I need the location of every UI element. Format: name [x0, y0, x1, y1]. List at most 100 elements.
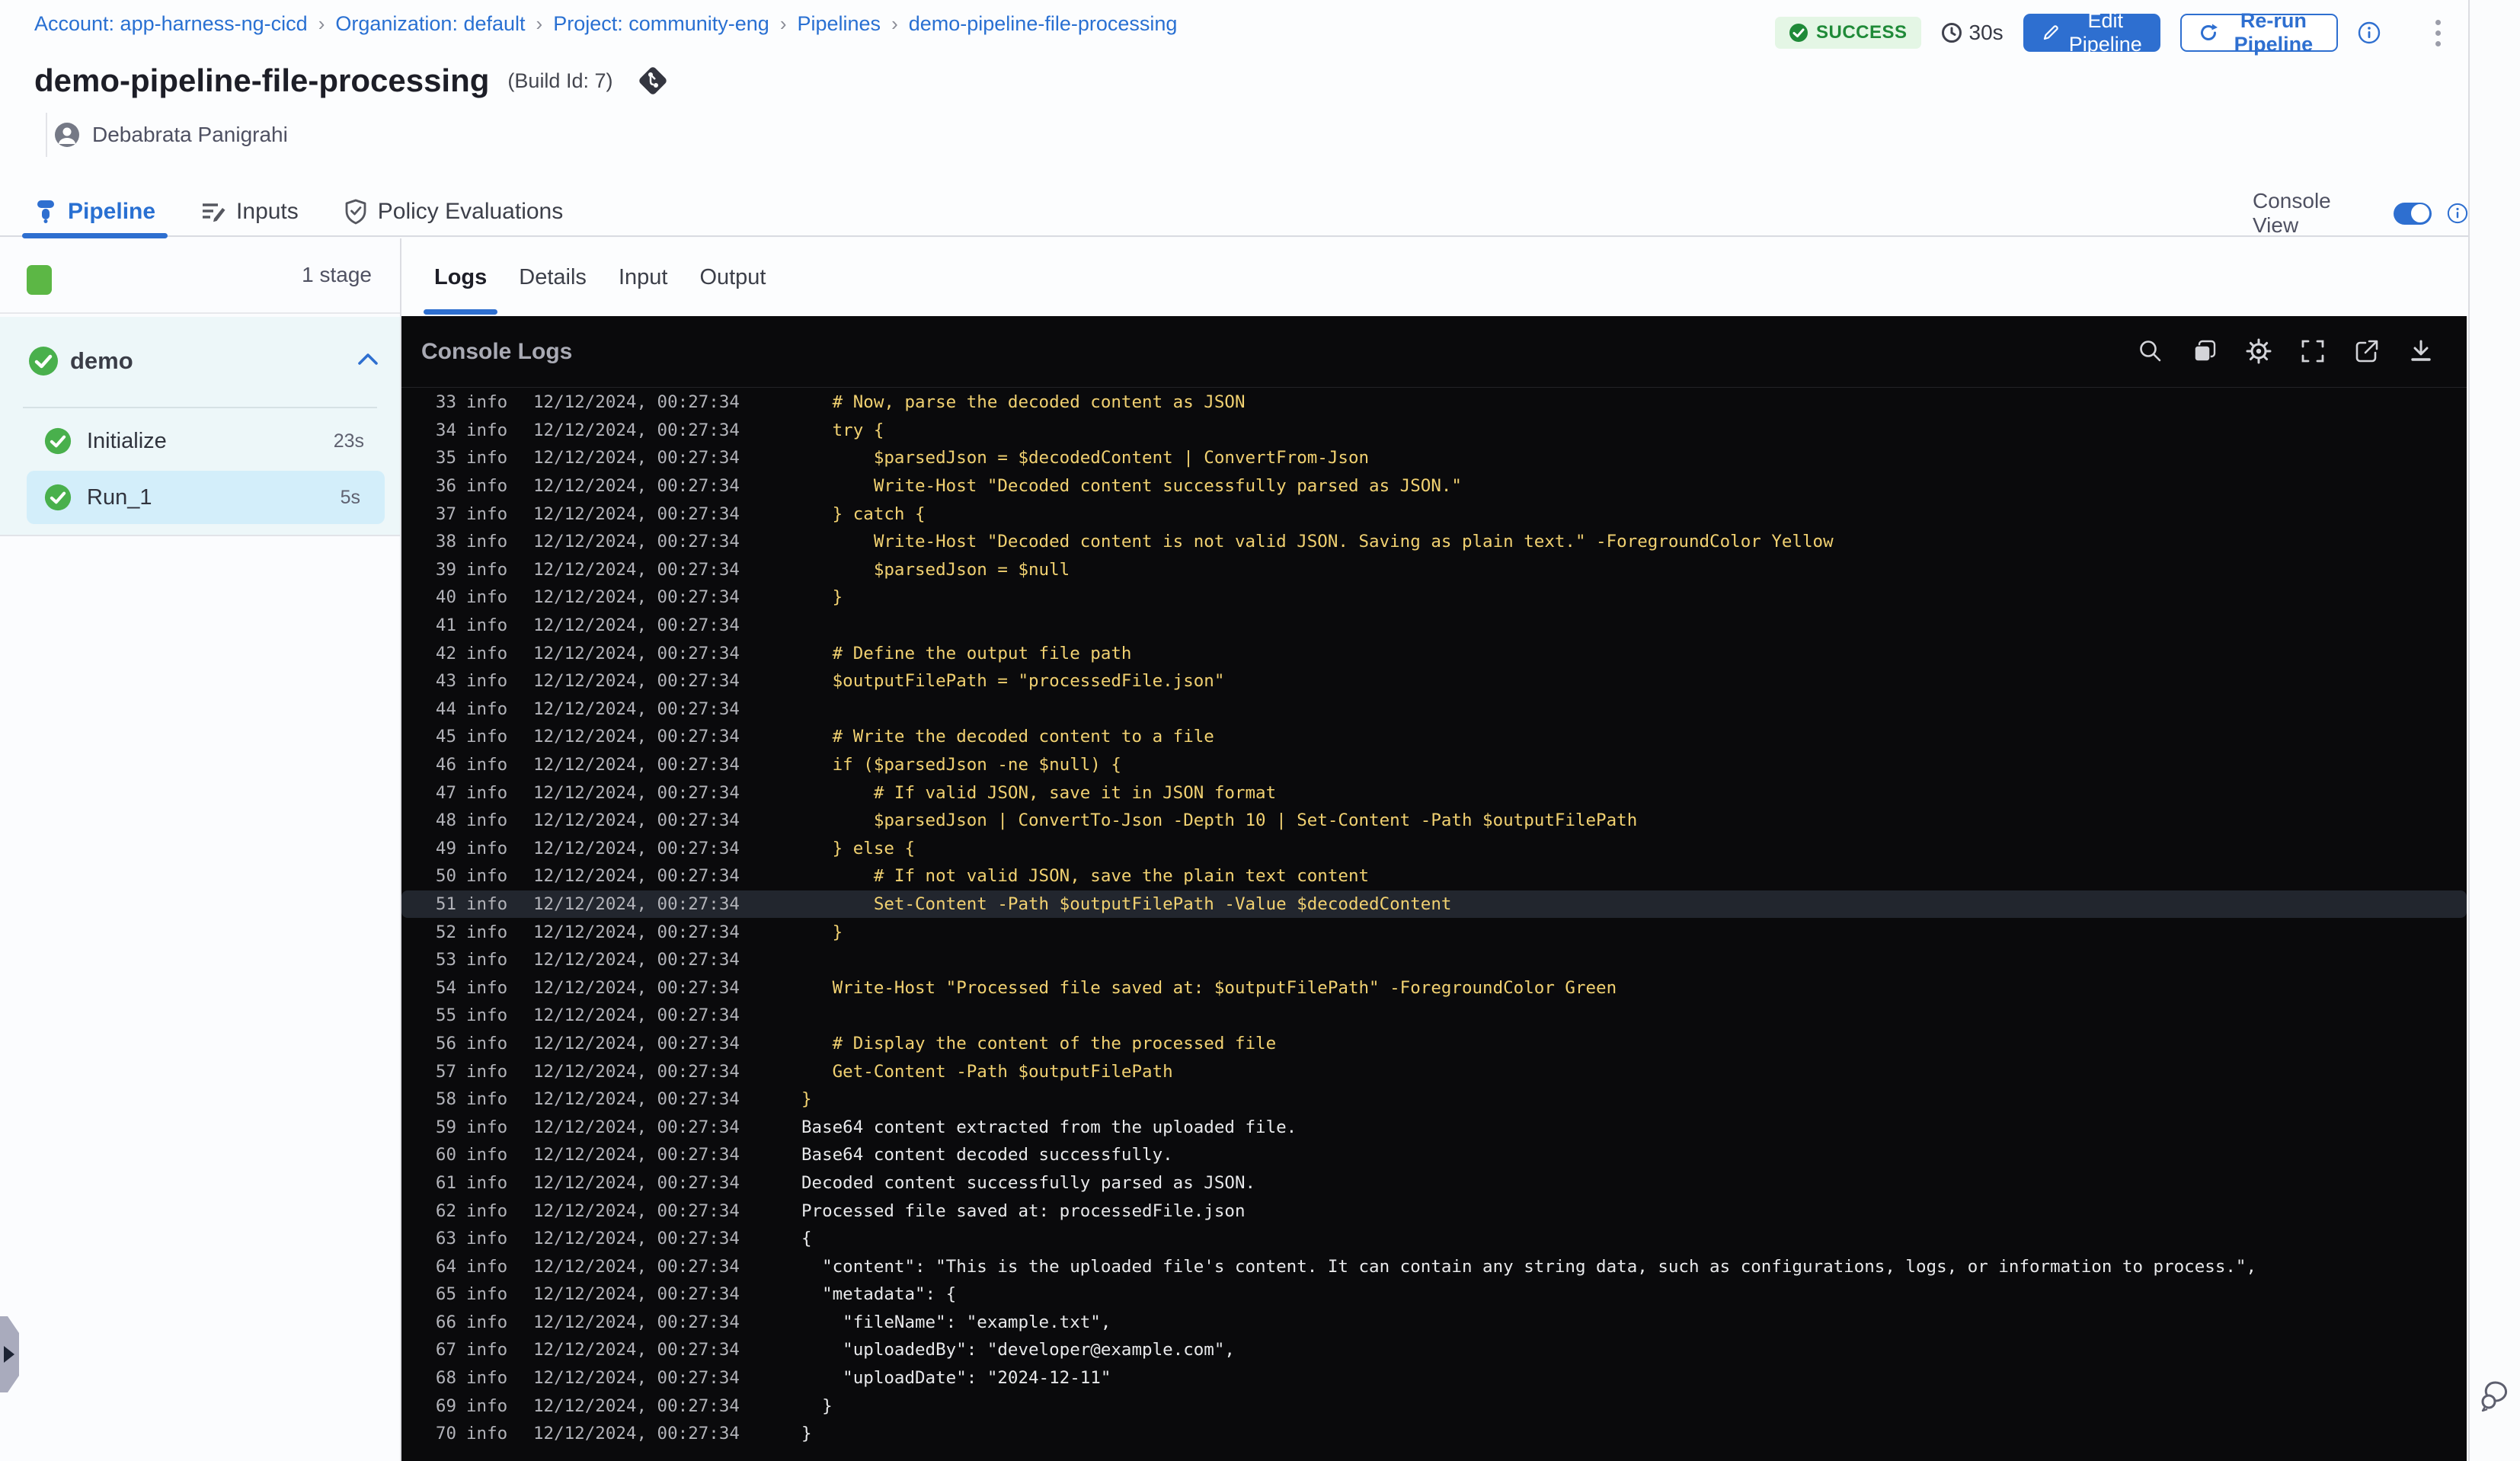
log-row[interactable]: 57 info 12/12/2024, 00:27:34 Get-Content -…	[401, 1057, 2467, 1085]
log-row[interactable]: 63 info 12/12/2024, 00:27:34 {	[401, 1225, 2467, 1253]
log-timestamp: 12/12/2024, 00:27:34	[533, 1033, 740, 1053]
log-row[interactable]: 52 info 12/12/2024, 00:27:34 }	[401, 918, 2467, 946]
log-level: info	[466, 977, 508, 998]
copy-icon[interactable]	[2191, 337, 2218, 365]
expand-nav-handle[interactable]	[0, 1316, 19, 1392]
log-line-number: 64	[435, 1256, 456, 1277]
log-row[interactable]: 68 info 12/12/2024, 00:27:34 "uploadDate":…	[401, 1364, 2467, 1392]
log-row[interactable]: 41 info 12/12/2024, 00:27:34	[401, 612, 2467, 640]
log-row[interactable]: 61 info 12/12/2024, 00:27:34 Decoded conten…	[401, 1169, 2467, 1197]
fullscreen-icon[interactable]	[2299, 337, 2327, 365]
log-row[interactable]: 36 info 12/12/2024, 00:27:34 Write-Host "D…	[401, 472, 2467, 500]
step-row-initialize[interactable]: Initialize 23s	[0, 414, 400, 468]
edit-pipeline-button[interactable]: Edit Pipeline	[2023, 9, 2160, 56]
log-level: info	[466, 922, 508, 942]
log-row[interactable]: 58 info 12/12/2024, 00:27:34}	[401, 1085, 2467, 1114]
log-timestamp: 12/12/2024, 00:27:34	[533, 504, 740, 524]
step-row-run_1[interactable]: Run_1 5s	[27, 471, 385, 524]
log-row[interactable]: 51 info 12/12/2024, 00:27:34 Set-Content -…	[401, 890, 2467, 919]
console-title: Console Logs	[421, 339, 573, 364]
console-view-info-icon[interactable]	[2447, 203, 2468, 224]
log-row[interactable]: 64 info 12/12/2024, 00:27:34 "content": "T…	[401, 1252, 2467, 1280]
log-text: } else {	[801, 838, 916, 858]
breadcrumb-item[interactable]: Pipelines	[797, 12, 881, 36]
tab-logs[interactable]: Logs	[423, 238, 498, 316]
log-text: }	[801, 587, 843, 608]
log-level: info	[466, 1284, 508, 1305]
log-level: info	[466, 1005, 508, 1026]
log-text: # Write the decoded content to a file	[801, 727, 1214, 747]
log-level: info	[466, 615, 508, 636]
tab-inputs[interactable]: Inputs	[201, 187, 299, 237]
log-text: Base64 content decoded successfully.	[801, 1145, 1173, 1165]
refresh-icon	[2199, 23, 2218, 43]
log-text: Get-Content -Path $outputFilePath	[801, 1061, 1173, 1082]
log-row[interactable]: 38 info 12/12/2024, 00:27:34 Write-Host "D…	[401, 528, 2467, 556]
more-options-menu[interactable]	[2431, 15, 2445, 51]
chat-support-icon[interactable]	[2476, 1376, 2515, 1415]
breadcrumb-item[interactable]: Account: app-harness-ng-cicd	[34, 12, 308, 36]
log-level: info	[466, 532, 508, 552]
open-in-new-icon[interactable]	[2353, 337, 2381, 365]
chevron-up-icon[interactable]	[356, 351, 380, 368]
stage-group-header[interactable]: demo	[0, 317, 400, 407]
log-level: info	[466, 1340, 508, 1360]
breadcrumb-item[interactable]: Project: community-eng	[553, 12, 769, 36]
stage-status-square[interactable]	[27, 265, 52, 295]
log-level: info	[466, 727, 508, 747]
log-text: $parsedJson = $decodedContent | ConvertF…	[801, 448, 1370, 468]
log-row[interactable]: 70 info 12/12/2024, 00:27:34}	[401, 1420, 2467, 1448]
log-row[interactable]: 66 info 12/12/2024, 00:27:34 "fileName": "…	[401, 1309, 2467, 1337]
execution-status-cluster: SUCCESS 30s Edit Pipeline Re-run Pipelin…	[1775, 9, 2445, 56]
log-row[interactable]: 67 info 12/12/2024, 00:27:34 "uploadedBy":…	[401, 1336, 2467, 1364]
log-line-number: 35	[435, 448, 456, 468]
tab-details[interactable]: Details	[519, 238, 587, 316]
settings-icon[interactable]	[2245, 337, 2272, 365]
log-level: info	[466, 699, 508, 719]
log-row[interactable]: 62 info 12/12/2024, 00:27:34 Processed file…	[401, 1197, 2467, 1225]
log-row[interactable]: 39 info 12/12/2024, 00:27:34 $parsedJson =…	[401, 556, 2467, 584]
tab-policy-evaluations[interactable]: Policy Evaluations	[344, 187, 563, 237]
log-row[interactable]: 33 info 12/12/2024, 00:27:34 # Now, parse …	[401, 388, 2467, 417]
breadcrumb-separator: ›	[891, 12, 898, 35]
log-row[interactable]: 45 info 12/12/2024, 00:27:34 # Write the d…	[401, 723, 2467, 751]
download-icon[interactable]	[2407, 337, 2435, 365]
log-row[interactable]: 35 info 12/12/2024, 00:27:34 $parsedJson =…	[401, 444, 2467, 472]
log-row[interactable]: 65 info 12/12/2024, 00:27:34 "metadata": {	[401, 1280, 2467, 1309]
tab-input[interactable]: Input	[619, 238, 668, 316]
log-row[interactable]: 37 info 12/12/2024, 00:27:34 } catch {	[401, 500, 2467, 528]
tab-pipeline[interactable]: Pipeline	[21, 187, 168, 238]
log-row[interactable]: 47 info 12/12/2024, 00:27:34 # If valid JS…	[401, 778, 2467, 807]
log-row[interactable]: 53 info 12/12/2024, 00:27:34	[401, 946, 2467, 974]
log-row[interactable]: 69 info 12/12/2024, 00:27:34 }	[401, 1392, 2467, 1420]
log-row[interactable]: 43 info 12/12/2024, 00:27:34 $outputFilePa…	[401, 667, 2467, 695]
log-line-number: 39	[435, 559, 456, 580]
log-row[interactable]: 60 info 12/12/2024, 00:27:34 Base64 content…	[401, 1141, 2467, 1169]
log-tabs: Logs Details Input Output	[423, 238, 766, 316]
log-level: info	[466, 1229, 508, 1249]
log-text: try {	[801, 420, 884, 440]
log-row[interactable]: 49 info 12/12/2024, 00:27:34 } else {	[401, 835, 2467, 863]
rerun-pipeline-button[interactable]: Re-run Pipeline	[2179, 9, 2338, 56]
log-row[interactable]: 48 info 12/12/2024, 00:27:34 $parsedJson |…	[401, 807, 2467, 835]
status-badge-label: SUCCESS	[1816, 22, 1908, 43]
log-row[interactable]: 46 info 12/12/2024, 00:27:34 if ($parsedJs…	[401, 751, 2467, 779]
search-icon[interactable]	[2137, 337, 2164, 365]
tab-output[interactable]: Output	[699, 238, 766, 316]
log-row[interactable]: 50 info 12/12/2024, 00:27:34 # If not vali…	[401, 862, 2467, 890]
log-row[interactable]: 44 info 12/12/2024, 00:27:34	[401, 695, 2467, 724]
breadcrumb-item[interactable]: demo-pipeline-file-processing	[909, 12, 1178, 36]
log-line-number: 48	[435, 810, 456, 831]
log-row[interactable]: 56 info 12/12/2024, 00:27:34 # Display the…	[401, 1030, 2467, 1058]
log-row[interactable]: 55 info 12/12/2024, 00:27:34	[401, 1002, 2467, 1030]
log-row[interactable]: 59 info 12/12/2024, 00:27:34 Base64 content…	[401, 1113, 2467, 1141]
log-row[interactable]: 40 info 12/12/2024, 00:27:34 }	[401, 583, 2467, 612]
execution-info-icon[interactable]	[2358, 21, 2381, 44]
git-commit-icon[interactable]	[635, 63, 670, 98]
breadcrumb-item[interactable]: Organization: default	[335, 12, 525, 36]
log-text: $parsedJson = $null	[801, 559, 1070, 580]
log-row[interactable]: 54 info 12/12/2024, 00:27:34 Write-Host "P…	[401, 973, 2467, 1002]
log-row[interactable]: 42 info 12/12/2024, 00:27:34 # Define the …	[401, 639, 2467, 667]
console-view-toggle[interactable]	[2393, 202, 2432, 225]
log-row[interactable]: 34 info 12/12/2024, 00:27:34 try {	[401, 417, 2467, 445]
